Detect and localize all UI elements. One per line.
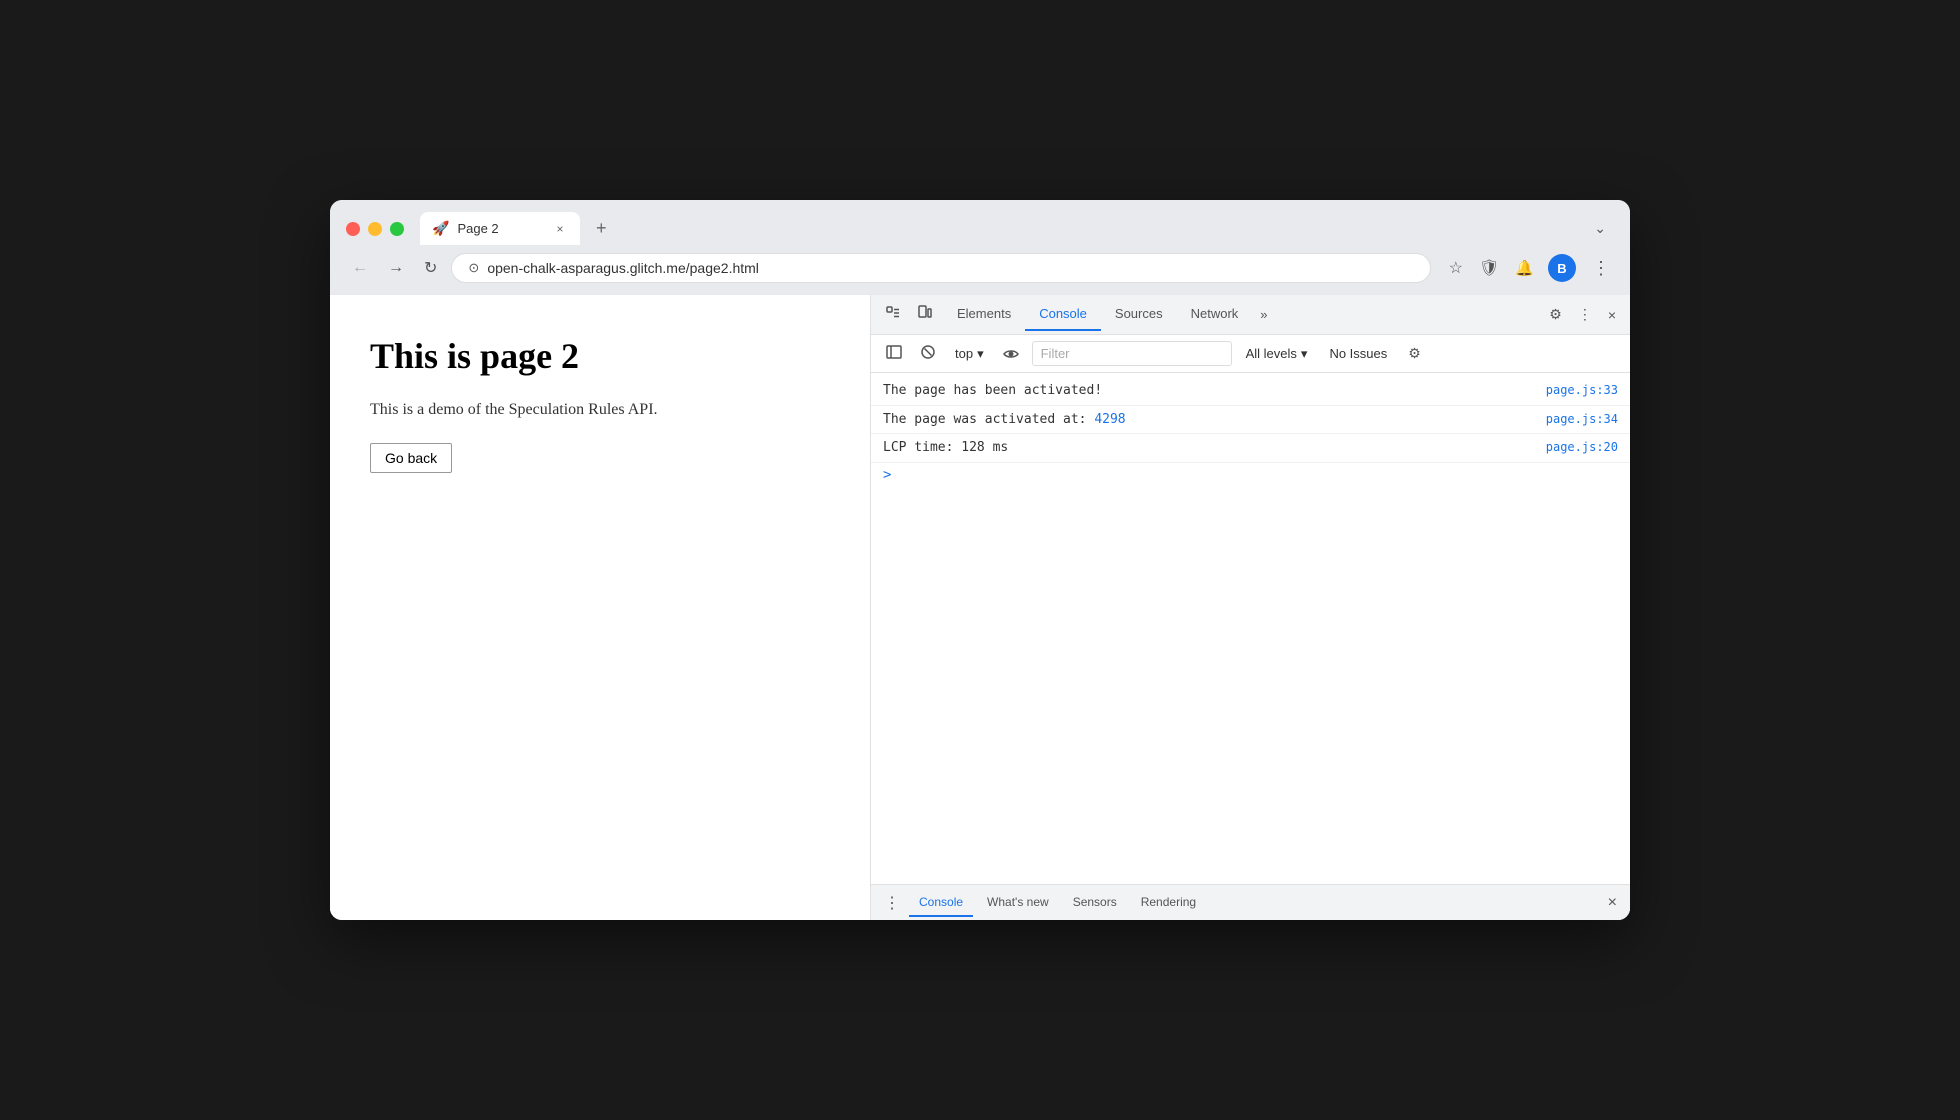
url-bar[interactable]: ⊙ open-chalk-asparagus.glitch.me/page2.h… xyxy=(451,253,1430,283)
drawer-close-button[interactable]: × xyxy=(1603,891,1622,915)
traffic-lights xyxy=(346,222,404,236)
devtools-tabs: Elements Console Sources Network » xyxy=(943,298,1539,331)
active-tab[interactable]: 🚀 Page 2 × xyxy=(420,212,580,245)
tab-dropdown-button[interactable]: ⌄ xyxy=(1586,216,1614,241)
page-subtitle: This is a demo of the Speculation Rules … xyxy=(370,401,830,419)
content-area: This is page 2 This is a demo of the Spe… xyxy=(330,295,1630,920)
devtools-panel: Elements Console Sources Network » ⚙ ⋮ × xyxy=(870,295,1630,920)
devtools-tab-sources[interactable]: Sources xyxy=(1101,298,1177,331)
log-message-1: The page has been activated! xyxy=(883,381,1534,401)
devtools-header-actions: ⚙ ⋮ × xyxy=(1543,302,1622,327)
close-traffic-light[interactable] xyxy=(346,222,360,236)
profile-button[interactable]: B xyxy=(1548,254,1576,282)
bookmark-button[interactable]: ☆ xyxy=(1447,256,1465,280)
log-source-3[interactable]: page.js:20 xyxy=(1546,438,1618,456)
back-button[interactable]: ← xyxy=(346,255,374,281)
log-message-2-prefix: The page was activated at: xyxy=(883,412,1094,427)
chrome-menu-button[interactable]: ⋮ xyxy=(1588,256,1614,281)
console-context-label: top xyxy=(955,346,973,361)
bottom-tab-whats-new[interactable]: What's new xyxy=(977,889,1059,917)
console-settings-button[interactable]: ⚙ xyxy=(1403,342,1426,365)
no-issues-badge: No Issues xyxy=(1321,343,1395,364)
security-icon: ⊙ xyxy=(468,260,479,276)
devtools-inspect-icon[interactable] xyxy=(879,301,907,328)
console-clear-button[interactable] xyxy=(915,341,941,366)
log-message-2-value: 4298 xyxy=(1094,412,1125,427)
devtools-close-button[interactable]: × xyxy=(1602,303,1622,327)
console-log-entry-2: The page was activated at: 4298 page.js:… xyxy=(871,406,1630,435)
devtools-tab-network[interactable]: Network xyxy=(1177,298,1253,331)
tab-favicon-icon: 🚀 xyxy=(432,220,449,237)
console-prompt: > xyxy=(871,463,1630,487)
devtools-tab-console[interactable]: Console xyxy=(1025,298,1101,331)
tab-close-button[interactable]: × xyxy=(552,221,568,237)
devtools-device-icon[interactable] xyxy=(911,301,939,328)
console-sidebar-button[interactable] xyxy=(881,341,907,366)
cast-button[interactable]: 🔔 xyxy=(1513,257,1536,279)
console-toolbar: top ▾ All levels ▾ No Issues ⚙ xyxy=(871,335,1630,373)
title-bar: 🚀 Page 2 × + ⌄ xyxy=(330,200,1630,245)
devtools-more-tabs[interactable]: » xyxy=(1252,303,1275,326)
log-source-1[interactable]: page.js:33 xyxy=(1546,381,1618,399)
url-text: open-chalk-asparagus.glitch.me/page2.htm… xyxy=(487,260,1413,276)
console-prompt-arrow: > xyxy=(883,467,891,483)
console-log-entry-3: LCP time: 128 ms page.js:20 xyxy=(871,434,1630,463)
go-back-button[interactable]: Go back xyxy=(370,443,452,473)
bottom-tab-sensors[interactable]: Sensors xyxy=(1063,889,1127,917)
console-output: The page has been activated! page.js:33 … xyxy=(871,373,1630,884)
log-source-2[interactable]: page.js:34 xyxy=(1546,410,1618,428)
maximize-traffic-light[interactable] xyxy=(390,222,404,236)
tab-title: Page 2 xyxy=(457,221,544,236)
new-tab-button[interactable]: + xyxy=(588,214,615,243)
page-content: This is page 2 This is a demo of the Spe… xyxy=(330,295,870,920)
reload-button[interactable]: ↻ xyxy=(418,254,443,282)
log-message-3: LCP time: 128 ms xyxy=(883,438,1534,458)
forward-button[interactable]: → xyxy=(382,255,410,281)
console-context-selector[interactable]: top ▾ xyxy=(949,343,990,365)
minimize-traffic-light[interactable] xyxy=(368,222,382,236)
drawer-menu-button[interactable]: ⋮ xyxy=(879,890,905,916)
url-actions: ☆ 🛡 🔔 B ⋮ xyxy=(1447,254,1614,282)
address-bar: ← → ↻ ⊙ open-chalk-asparagus.glitch.me/p… xyxy=(330,245,1630,295)
browser-window: 🚀 Page 2 × + ⌄ ← → ↻ ⊙ open-chalk-aspara… xyxy=(330,200,1630,920)
bottom-tab-rendering[interactable]: Rendering xyxy=(1131,889,1206,917)
console-filter-input[interactable] xyxy=(1032,341,1232,366)
console-log-entry-1: The page has been activated! page.js:33 xyxy=(871,377,1630,406)
bottom-tab-console[interactable]: Console xyxy=(909,889,973,917)
console-eye-button[interactable] xyxy=(998,343,1024,365)
devtools-tab-elements[interactable]: Elements xyxy=(943,298,1025,331)
devtools-more-button[interactable]: ⋮ xyxy=(1572,302,1598,327)
log-message-2: The page was activated at: 4298 xyxy=(883,410,1534,430)
console-level-selector[interactable]: All levels ▾ xyxy=(1240,343,1314,365)
console-level-dropdown-icon: ▾ xyxy=(1301,346,1308,362)
page-heading: This is page 2 xyxy=(370,335,830,377)
devtools-bottom-bar: ⋮ Console What's new Sensors Rendering × xyxy=(871,884,1630,920)
console-level-label: All levels xyxy=(1246,346,1297,361)
tab-row: 🚀 Page 2 × + ⌄ xyxy=(346,212,1614,245)
extension-button[interactable]: 🛡 xyxy=(1477,256,1501,280)
devtools-header: Elements Console Sources Network » ⚙ ⋮ × xyxy=(871,295,1630,335)
console-context-dropdown-icon: ▾ xyxy=(977,346,984,362)
devtools-settings-button[interactable]: ⚙ xyxy=(1543,302,1568,327)
